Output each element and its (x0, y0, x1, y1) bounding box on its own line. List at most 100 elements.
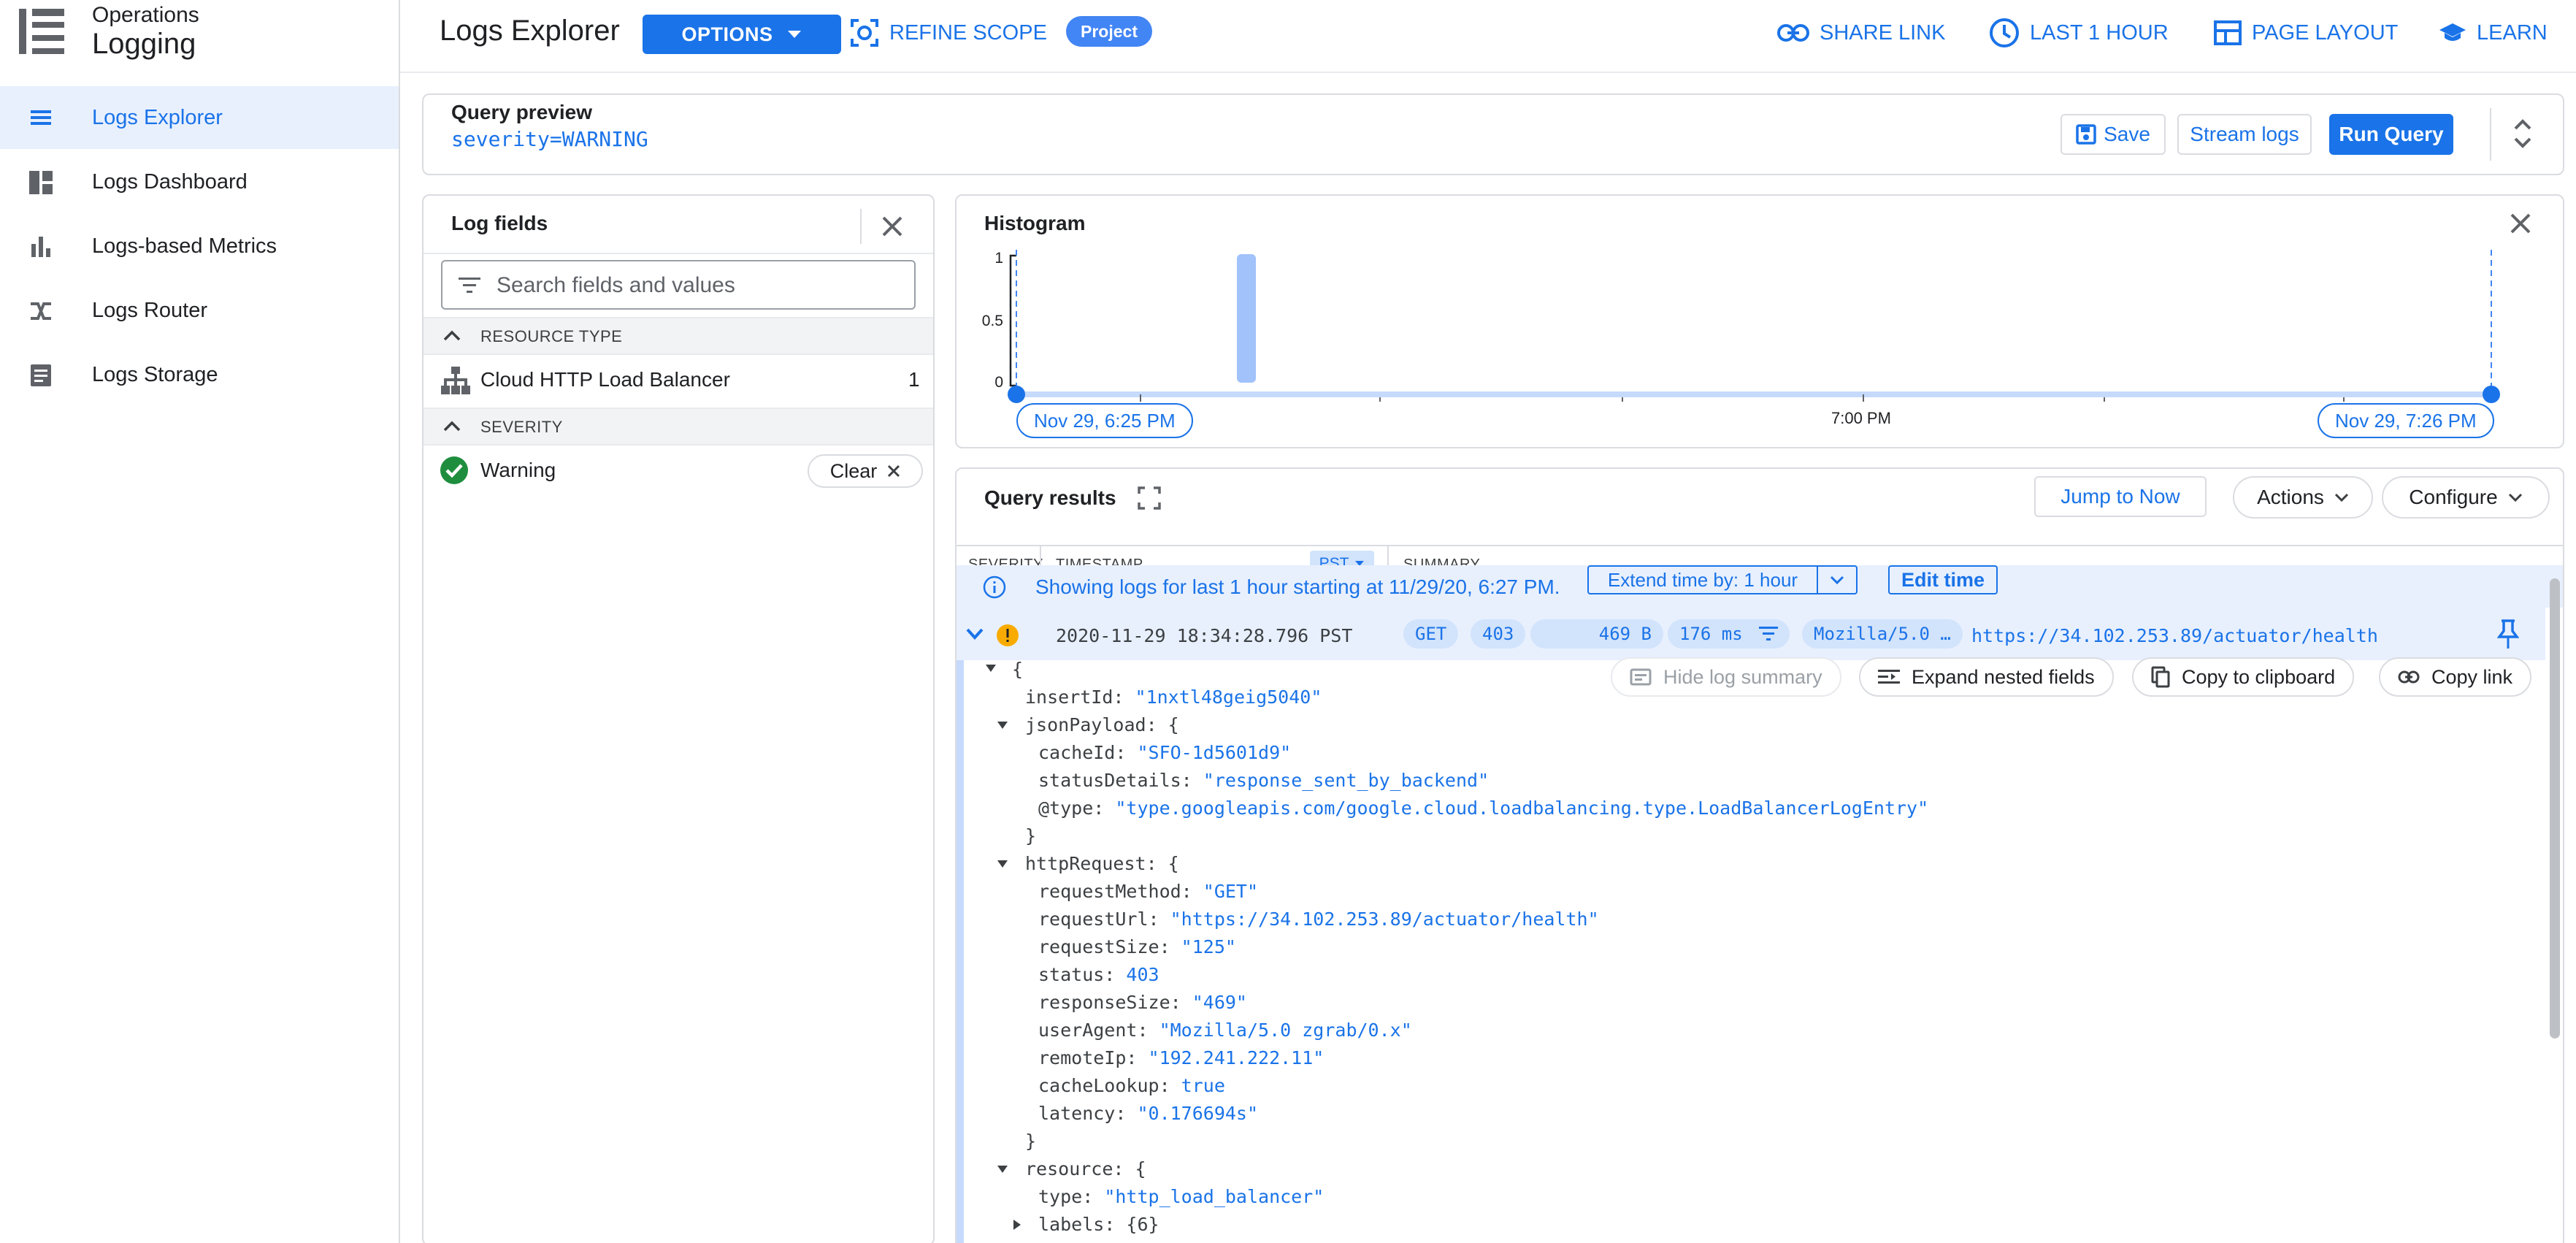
sidebar-item-label: Logs Storage (92, 362, 218, 386)
end-time-chip[interactable]: Nov 29, 7:26 PM (2318, 403, 2494, 438)
hide-log-summary-label: Hide log summary (1663, 665, 1822, 688)
sidebar-item-label: Logs Explorer (92, 105, 223, 129)
filter-icon (459, 278, 480, 294)
time-range-label: LAST 1 HOUR (2030, 20, 2169, 45)
actions-menu-button[interactable]: Actions (2233, 476, 2373, 519)
search-fields-input[interactable]: Search fields and values (441, 260, 916, 310)
json-line: latency: "0.176694s" (1038, 1103, 1259, 1124)
collapse-arrow-icon[interactable] (984, 663, 997, 673)
scope-badge: Project (1066, 16, 1152, 47)
json-line: type: "http_load_balancer" (1038, 1186, 1325, 1207)
check-circle-icon (440, 456, 469, 485)
expand-nested-fields-button[interactable]: Expand nested fields (1859, 657, 2114, 697)
pin-icon[interactable] (2497, 619, 2519, 650)
link-icon (1777, 23, 1809, 42)
fullscreen-icon[interactable] (1138, 486, 1161, 510)
extend-time-dropdown[interactable] (1817, 565, 1858, 594)
json-line: } (1025, 1131, 1037, 1152)
expand-collapse-icon[interactable] (2512, 117, 2534, 150)
range-start-handle (1008, 386, 1025, 403)
copy-link-button[interactable]: Copy link (2379, 657, 2532, 697)
clear-filter-chip[interactable]: Clear (808, 454, 923, 488)
copy-to-clipboard-button[interactable]: Copy to clipboard (2132, 657, 2355, 697)
json-line: httpRequest: { (1025, 853, 1179, 874)
range-end-handle (2483, 386, 2500, 403)
json-line: } (1025, 825, 1037, 846)
json-line: requestSize: "125" (1038, 936, 1236, 957)
dashboard-icon (28, 169, 54, 196)
hide-log-summary-button[interactable]: Hide log summary (1611, 657, 1841, 697)
results-scrollbar[interactable] (2550, 578, 2560, 1039)
configure-menu-button[interactable]: Configure (2382, 476, 2550, 519)
json-line: jsonPayload: { (1025, 714, 1179, 735)
expand-lines-icon (1878, 669, 1900, 685)
divider (860, 209, 862, 244)
options-button[interactable]: OPTIONS (643, 15, 841, 54)
json-line: labels: {6} (1038, 1214, 1159, 1235)
summary-url[interactable]: https://34.102.253.89/actuator/health (1971, 625, 2378, 646)
json-line: responseSize: "469" (1038, 992, 1247, 1013)
page-layout-label: PAGE LAYOUT (2252, 20, 2399, 45)
section-severity[interactable]: SEVERITY (423, 408, 933, 445)
sort-lines-icon (1758, 626, 1778, 642)
time-info-text: Showing logs for last 1 hour starting at… (1035, 575, 1560, 598)
extend-time-button[interactable]: Extend time by: 1 hour (1587, 565, 1818, 594)
query-preview-card[interactable]: Query preview severity=WARNING Save Stre… (422, 93, 2564, 175)
share-link-button[interactable]: SHARE LINK (1777, 15, 1945, 51)
sidebar-item-logs-storage[interactable]: Logs Storage (0, 343, 399, 406)
product-line-label: Operations (92, 3, 199, 27)
json-line: resource: { (1025, 1158, 1146, 1179)
field-row-cloud-http-load-balancer[interactable]: Cloud HTTP Load Balancer 1 (423, 355, 933, 405)
json-line: remoteIp: "192.241.222.11" (1038, 1047, 1325, 1068)
expand-nested-fields-label: Expand nested fields (1912, 665, 2095, 688)
query-text[interactable]: severity=WARNING (451, 127, 648, 151)
scope-icon (850, 18, 879, 47)
json-line: insertId: "1nxtl48geig5040" (1025, 686, 1322, 708)
list-icon (28, 105, 54, 131)
sidebar-item-logs-dashboard[interactable]: Logs Dashboard (0, 150, 399, 213)
expand-arrow-icon[interactable] (1012, 1218, 1022, 1231)
close-icon[interactable] (881, 215, 904, 238)
field-label: Warning (480, 459, 556, 481)
collapse-arrow-icon[interactable] (996, 720, 1009, 730)
time-range-button[interactable]: LAST 1 HOUR (1989, 15, 2169, 51)
collapse-arrow-icon[interactable] (996, 1164, 1009, 1174)
log-timestamp: 2020-11-29 18:34:28.796 PST (1056, 625, 1353, 646)
summary-latency-chip[interactable]: 176 ms (1668, 619, 1790, 649)
edit-time-button[interactable]: Edit time (1888, 565, 1998, 594)
school-icon (2439, 22, 2466, 44)
sidebar-item-label: Logs-based Metrics (92, 234, 277, 258)
edit-time-label: Edit time (1901, 568, 1985, 591)
refine-scope-button[interactable]: REFINE SCOPE (850, 15, 1047, 51)
run-query-label: Run Query (2339, 123, 2444, 145)
chevron-down-icon[interactable] (965, 627, 984, 641)
summary-method-chip[interactable]: GET (1403, 619, 1459, 649)
start-time-chip[interactable]: Nov 29, 6:25 PM (1016, 403, 1193, 438)
section-label: SEVERITY (480, 418, 563, 436)
divider (2490, 108, 2491, 161)
learn-button[interactable]: LEARN (2439, 15, 2548, 51)
field-row-warning[interactable]: Warning Clear (423, 445, 933, 495)
save-button[interactable]: Save (2061, 114, 2166, 155)
collapse-arrow-icon[interactable] (996, 859, 1009, 869)
sidebar-item-logs-explorer[interactable]: Logs Explorer (0, 86, 399, 149)
run-query-button[interactable]: Run Query (2329, 114, 2453, 155)
actions-label: Actions (2257, 486, 2324, 508)
sidebar-item-logs-router[interactable]: Logs Router (0, 279, 399, 342)
sidebar-item-logs-based-metrics[interactable]: Logs-based Metrics (0, 215, 399, 278)
warning-severity-icon (996, 624, 1019, 647)
page-layout-button[interactable]: PAGE LAYOUT (2214, 15, 2398, 51)
summary-status-chip[interactable]: 403 (1471, 619, 1526, 649)
summary-useragent-chip[interactable]: Mozilla/5.0 … (1802, 619, 1963, 649)
clock-icon (1989, 18, 2020, 48)
options-label: OPTIONS (681, 23, 773, 45)
router-icon (28, 298, 54, 324)
section-resource-type[interactable]: RESOURCE TYPE (423, 317, 933, 355)
hierarchy-icon (441, 367, 470, 394)
summary-size-chip[interactable]: 469 B (1530, 619, 1663, 649)
histogram-bar (1237, 254, 1256, 383)
stream-logs-button[interactable]: Stream logs (2177, 114, 2312, 155)
jump-to-now-button[interactable]: Jump to Now (2034, 476, 2207, 517)
log-entry-row[interactable]: 2020-11-29 18:34:28.796 PST GET 403 469 … (957, 608, 2545, 660)
clear-label: Clear (829, 459, 878, 482)
